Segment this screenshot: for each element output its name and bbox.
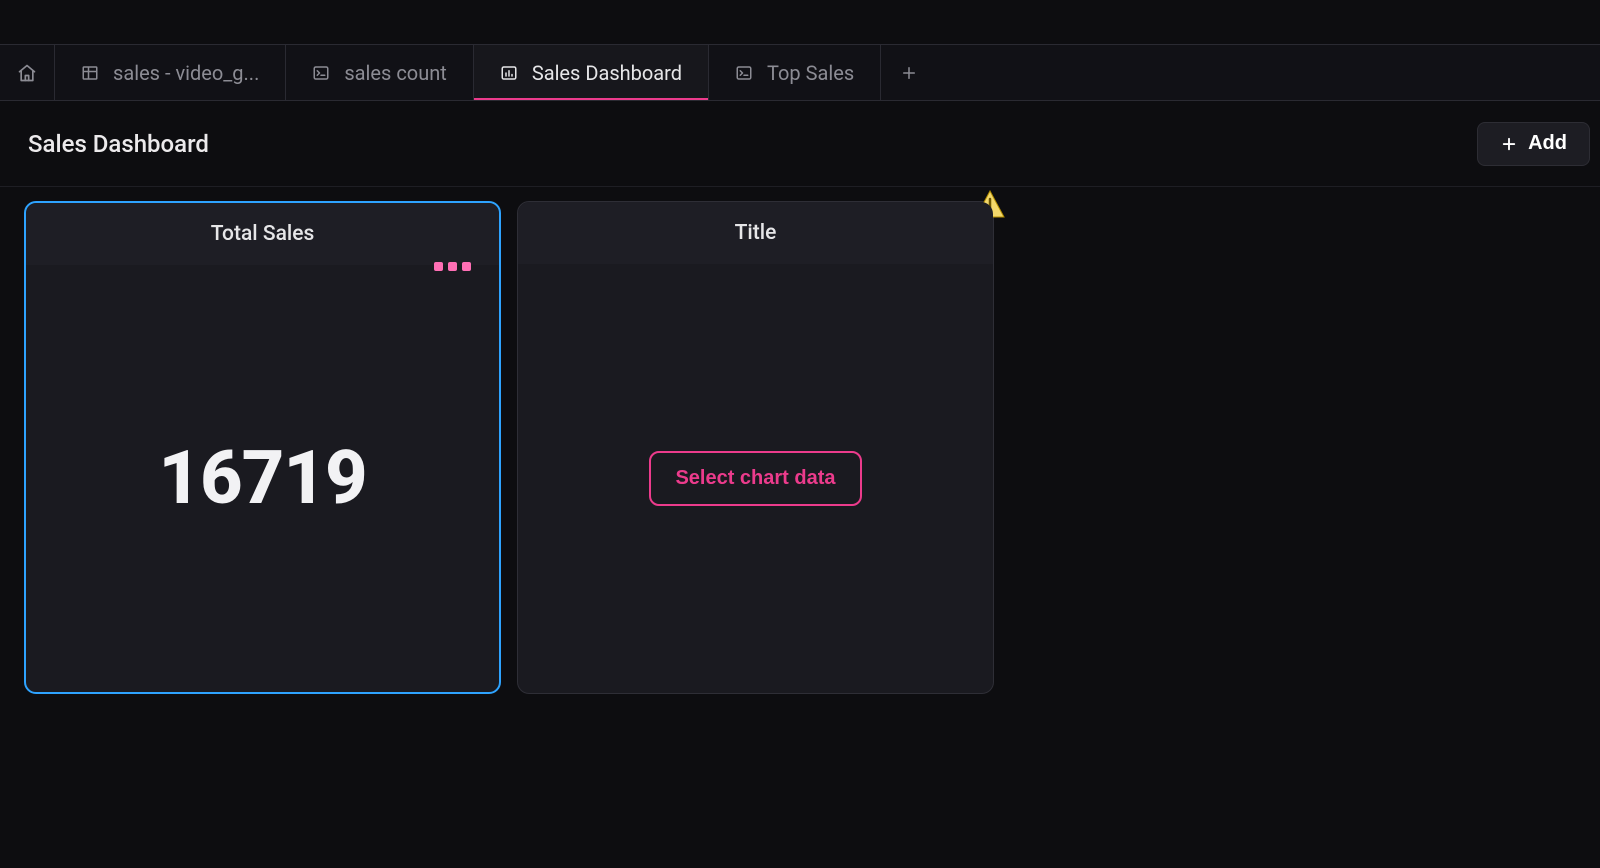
card-more-button[interactable] xyxy=(434,262,471,271)
tab-label: sales count xyxy=(344,61,446,85)
tab-label: Top Sales xyxy=(767,61,854,85)
tab-top-sales[interactable]: Top Sales xyxy=(709,45,881,100)
more-dots-icon xyxy=(434,262,443,271)
plus-icon xyxy=(900,64,918,82)
tab-label: Sales Dashboard xyxy=(532,61,682,85)
tab-sales-video[interactable]: sales - video_g... xyxy=(55,45,286,100)
add-button-label: Add xyxy=(1528,132,1567,155)
page-header: Sales Dashboard Add xyxy=(0,101,1600,187)
more-dots-icon xyxy=(448,262,457,271)
total-sales-value: 16719 xyxy=(158,435,366,522)
terminal-icon xyxy=(312,64,330,82)
table-icon xyxy=(81,64,99,82)
add-button[interactable]: Add xyxy=(1477,122,1590,166)
more-dots-icon xyxy=(462,262,471,271)
chart-icon xyxy=(500,64,518,82)
card-header: Title xyxy=(518,202,993,264)
card-title: Total Sales xyxy=(211,222,315,246)
tab-bar: sales - video_g... sales count Sales Das… xyxy=(0,44,1600,101)
card-body: 16719 xyxy=(26,265,499,692)
select-chart-data-button[interactable]: Select chart data xyxy=(649,451,861,506)
plus-icon xyxy=(1500,135,1518,153)
tab-sales-dashboard[interactable]: Sales Dashboard xyxy=(474,45,709,100)
tab-sales-count[interactable]: sales count xyxy=(286,45,473,100)
card-empty[interactable]: Title Select chart data xyxy=(517,201,994,694)
home-icon xyxy=(17,63,37,83)
page-title: Sales Dashboard xyxy=(28,130,209,158)
dashboard-canvas: Total Sales 16719 Title Select chart dat… xyxy=(0,187,1600,708)
card-total-sales[interactable]: Total Sales 16719 xyxy=(24,201,501,694)
card-title: Title xyxy=(735,221,777,245)
home-button[interactable] xyxy=(0,45,55,100)
card-body: Select chart data xyxy=(518,264,993,693)
card-header: Total Sales xyxy=(26,203,499,265)
new-tab-button[interactable] xyxy=(881,45,936,100)
tab-label: sales - video_g... xyxy=(113,61,259,85)
terminal-icon xyxy=(735,64,753,82)
